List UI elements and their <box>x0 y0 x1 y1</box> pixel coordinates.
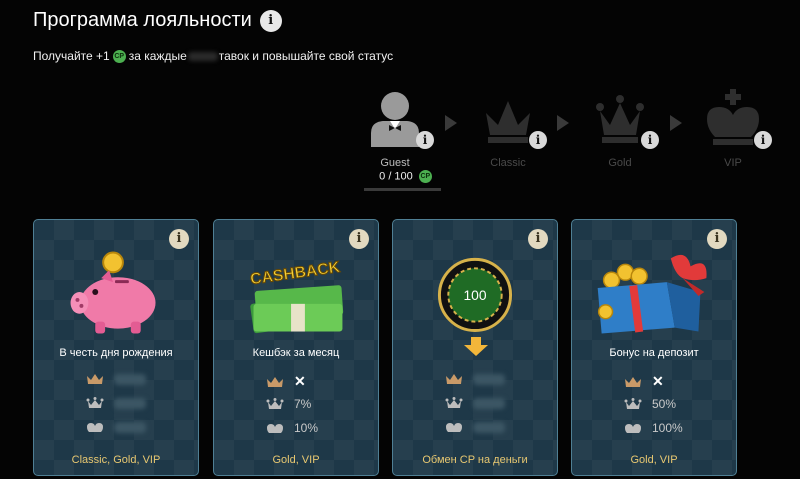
level-row-vip <box>393 421 557 433</box>
level-row-gold: 7% <box>214 397 378 411</box>
subtitle-suffix: тавок и повышайте свой статус <box>218 49 394 63</box>
status-vip: i VIP <box>693 89 773 169</box>
info-icon[interactable]: i <box>754 131 772 149</box>
crown-icon <box>446 374 462 384</box>
level-row-gold <box>34 397 198 409</box>
info-icon[interactable]: i <box>528 229 548 249</box>
crown-icon <box>625 376 641 387</box>
cp-coin-icon: CP <box>112 49 126 63</box>
gift-box-icon <box>597 254 707 334</box>
status-label: VIP <box>724 157 742 169</box>
card-levels: Gold, VIP <box>272 454 320 466</box>
royal-crown-icon <box>86 397 104 408</box>
not-available-icon: ✕ <box>652 373 664 389</box>
redacted-value <box>473 397 505 409</box>
info-icon[interactable]: i <box>259 9 282 32</box>
status-gold: i Gold <box>580 89 660 169</box>
level-row-classic: ✕ <box>572 373 736 390</box>
status-label: Gold <box>608 157 632 169</box>
info-icon[interactable]: i <box>641 131 659 149</box>
info-icon[interactable]: i <box>416 131 434 149</box>
level-value: 7% <box>294 397 312 411</box>
royal-crown-icon <box>266 398 284 409</box>
card-levels: Gold, VIP <box>630 454 678 466</box>
cp-coin-icon: CP <box>418 170 432 183</box>
info-icon[interactable]: i <box>349 229 369 249</box>
not-available-icon: ✕ <box>294 373 306 389</box>
arrow-right-icon <box>557 115 569 131</box>
level-row-vip: 100% <box>572 421 736 435</box>
piggy-bank-icon <box>70 251 156 334</box>
king-crown-icon <box>446 423 462 432</box>
reward-card-cp-exchange[interactable]: i 100 Обмен CP на деньги <box>392 219 558 476</box>
reward-card-cashback[interactable]: i CASHBACK Кешбэк за месяц ✕ 7% 10% Gold… <box>213 219 379 476</box>
cp-coin-icon: 100 <box>437 257 513 333</box>
card-levels: Обмен CP на деньги <box>422 454 528 466</box>
crown-icon <box>267 376 283 387</box>
progress-text: 0 / 100 <box>379 170 413 183</box>
redacted-value <box>114 397 146 409</box>
level-row-vip <box>34 421 198 433</box>
card-title: Кешбэк за месяц <box>252 347 340 359</box>
arrow-down-icon <box>464 337 488 356</box>
svg-text:CASHBACK: CASHBACK <box>249 259 341 288</box>
arrow-right-icon <box>445 115 457 131</box>
royal-crown-icon <box>445 397 463 408</box>
status-progress: 0 / 100 CP <box>372 170 442 183</box>
king-crown-icon <box>625 424 641 433</box>
page-subtitle: Получайте +1 CP за каждые тавок и повыша… <box>33 49 393 63</box>
status-label: Guest <box>380 157 410 169</box>
info-icon[interactable]: i <box>707 229 727 249</box>
status-classic: i Classic <box>468 89 548 169</box>
status-label: Classic <box>490 157 526 169</box>
subtitle-middle: за каждые <box>128 49 187 63</box>
subtitle-prefix: Получайте +1 <box>33 49 110 63</box>
level-row-gold: 50% <box>572 397 736 411</box>
redacted-value <box>114 421 146 433</box>
level-value: 10% <box>294 421 319 435</box>
progress-bar <box>364 188 441 191</box>
royal-crown-icon <box>624 398 642 409</box>
card-levels: Classic, Gold, VIP <box>71 454 161 466</box>
level-row-classic: ✕ <box>214 373 378 390</box>
card-title: Бонус на депозит <box>609 347 699 359</box>
info-icon[interactable]: i <box>529 131 547 149</box>
king-crown-icon <box>267 424 283 433</box>
arrow-right-icon <box>670 115 682 131</box>
level-value: 100% <box>652 421 683 435</box>
reward-card-deposit-bonus[interactable]: i Бонус на депозит ✕ 50% 100% Gold, VIP <box>571 219 737 476</box>
cashback-money-icon: CASHBACK <box>249 258 344 334</box>
king-crown-icon <box>87 423 103 432</box>
level-row-classic <box>34 373 198 385</box>
redacted-value <box>114 373 146 385</box>
level-row-classic <box>393 373 557 385</box>
page-title: Программа лояльности i <box>33 9 282 32</box>
redacted-value <box>473 421 505 433</box>
svg-text:100: 100 <box>463 287 486 303</box>
page-title-text: Программа лояльности <box>33 9 252 31</box>
status-guest: i Guest <box>355 89 435 169</box>
redacted-text <box>187 51 218 61</box>
reward-card-birthday[interactable]: i В честь дня рождения Classic, Gold, VI… <box>33 219 199 476</box>
level-value: 50% <box>652 397 677 411</box>
redacted-value <box>473 373 505 385</box>
level-row-vip: 10% <box>214 421 378 435</box>
card-title: В честь дня рождения <box>59 347 173 359</box>
level-row-gold <box>393 397 557 409</box>
info-icon[interactable]: i <box>169 229 189 249</box>
crown-icon <box>87 374 103 384</box>
